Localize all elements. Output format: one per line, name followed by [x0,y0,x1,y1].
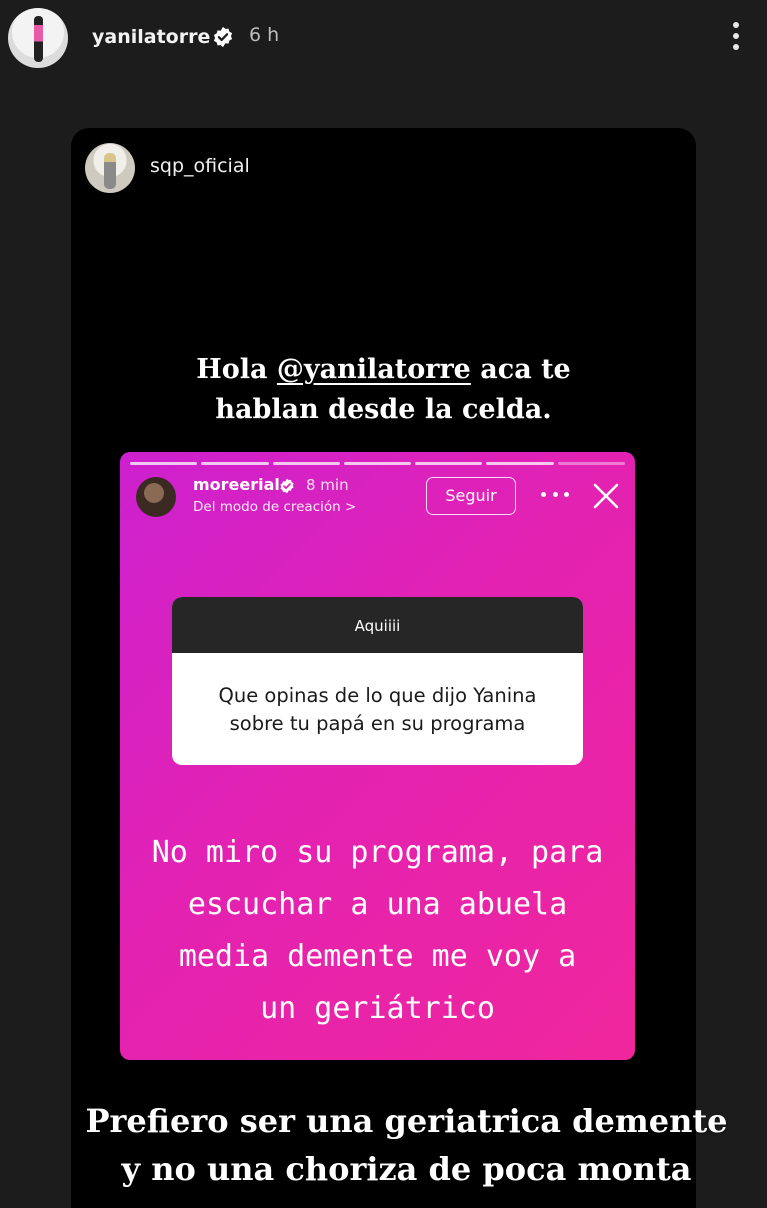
more-options-icon[interactable] [726,22,746,56]
embedded-story-screenshot: moreerial 8 min Del modo de creación > S… [120,452,635,1060]
story-caption-top: Hola @yanilatorre aca te hablan desde la… [71,350,696,430]
creation-mode-link[interactable]: Del modo de creación > [193,499,356,515]
mention-link[interactable]: @yanilatorre [277,354,471,385]
close-icon[interactable] [590,480,622,512]
story-caption-bottom: Prefiero ser una geriatrica demente y no… [85,1102,728,1188]
verified-badge-icon [213,26,233,48]
question-title: Aquiiii [172,597,583,653]
embedded-time: 8 min [306,476,349,494]
more-options-icon[interactable] [541,492,569,498]
question-text: Que opinas de lo que dijo Yanina sobre t… [218,684,537,735]
caption-line-2: hablan desde la celda. [215,394,552,425]
repost-username[interactable]: sqp_oficial [150,155,250,177]
follow-button[interactable]: Seguir [426,477,516,515]
post-time: 6 h [249,24,280,46]
profile-avatar[interactable] [8,8,68,68]
answer-text: No miro su programa, para escuchar a una… [151,835,604,1026]
caption-line-1: Hola @yanilatorre aca te [196,354,571,385]
story-header: yanilatorre 6 h [0,0,767,80]
verified-badge-icon [280,478,294,494]
question-sticker: Aquiiii Que opinas de lo que dijo Yanina… [172,597,583,765]
repost-avatar[interactable] [85,143,135,193]
story-progress-bar [130,462,625,465]
embedded-avatar[interactable] [136,477,176,517]
embedded-username[interactable]: moreerial [193,475,280,494]
username[interactable]: yanilatorre [92,26,210,48]
reposted-story: sqp_oficial Hola @yanilatorre aca te hab… [71,128,696,1208]
